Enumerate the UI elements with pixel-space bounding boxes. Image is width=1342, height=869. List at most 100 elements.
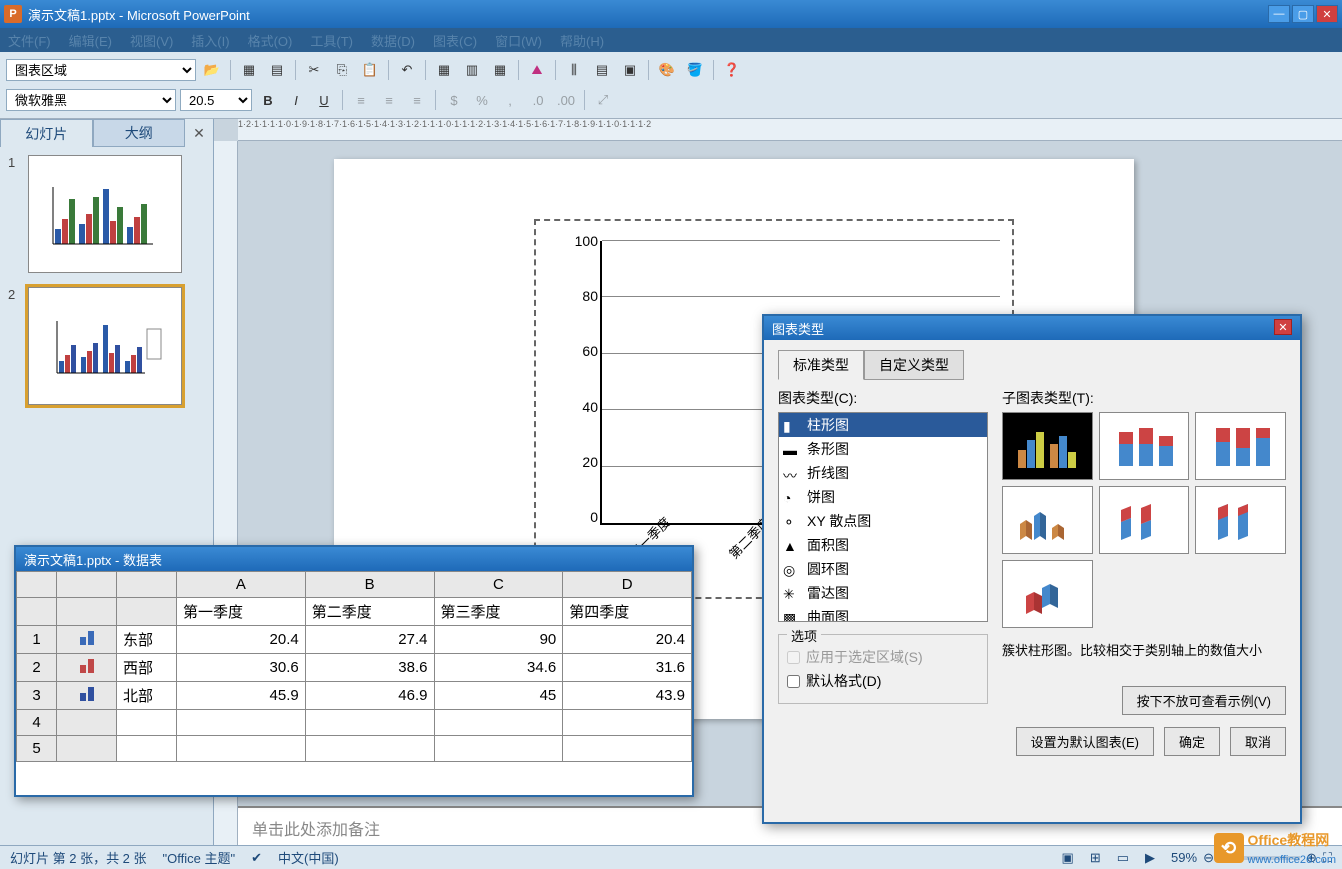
value-axis-icon[interactable]: ▤ xyxy=(590,58,614,82)
toolbar-area: 图表区域 📂 ▦ ▤ ✂ ⎘ 📋 ↶ ▦ ▥ ▦ ⛰ ⫼ ▤ ▣ 🎨 🪣 ❓ 微… xyxy=(0,52,1342,119)
subtype-grid xyxy=(1002,412,1286,628)
datasheet-grid[interactable]: AB CD 第一季度第二季度 第三季度第四季度 1东部20.427.49020.… xyxy=(16,571,692,762)
apply-selection-checkbox xyxy=(787,651,800,664)
sample-button[interactable]: 按下不放可查看示例(V) xyxy=(1122,686,1286,715)
undo-icon[interactable]: ↶ xyxy=(395,58,419,82)
maximize-button[interactable]: ▢ xyxy=(1292,5,1314,23)
zoom-out-button[interactable]: ⊖ xyxy=(1203,850,1214,866)
copy-icon[interactable]: ⎘ xyxy=(330,58,354,82)
watermark: ⟲ Office教程网 www.office26.com xyxy=(1214,830,1336,866)
set-default-button[interactable]: 设置为默认图表(E) xyxy=(1016,727,1154,756)
chart-type-list[interactable]: ▮柱形图▬条形图〰折线图◔饼图⚬XY 散点图▲面积图◎圆环图✳雷达图▩曲面图 xyxy=(778,412,988,622)
close-button[interactable]: ✕ xyxy=(1316,5,1338,23)
slideshow-view-icon[interactable]: ▶ xyxy=(1145,850,1155,866)
data-grid-icon[interactable]: ▤ xyxy=(265,58,289,82)
underline-button[interactable]: U xyxy=(312,88,336,112)
thumbnail-2[interactable]: 2 xyxy=(8,287,205,405)
dialog-close-button[interactable]: ✕ xyxy=(1274,319,1292,335)
align-center-icon[interactable]: ≡ xyxy=(377,88,401,112)
ok-button[interactable]: 确定 xyxy=(1164,727,1220,756)
chart-type-item[interactable]: ▮柱形图 xyxy=(779,413,987,437)
subtype-3d-column[interactable] xyxy=(1002,560,1093,628)
table-icon[interactable]: ▦ xyxy=(488,58,512,82)
menu-insert[interactable]: 插入(I) xyxy=(191,31,229,50)
sorter-view-icon[interactable]: ⊞ xyxy=(1090,850,1101,866)
percent-icon[interactable]: % xyxy=(470,88,494,112)
thumbnail-preview xyxy=(28,155,182,273)
subtype-clustered-column[interactable] xyxy=(1002,412,1093,480)
slide-info: 幻灯片 第 2 张，共 2 张 xyxy=(10,848,147,867)
zoom-level[interactable]: 59% xyxy=(1171,850,1197,865)
menu-edit[interactable]: 编辑(E) xyxy=(69,31,112,50)
menu-help[interactable]: 帮助(H) xyxy=(560,31,604,50)
subtype-100-stacked-column[interactable] xyxy=(1195,412,1286,480)
panel-close-button[interactable]: ✕ xyxy=(185,119,213,147)
drawing-icon[interactable]: 🎨 xyxy=(655,58,679,82)
chart-description: 簇状柱形图。比较相交于类别轴上的数值大小 xyxy=(1002,640,1286,676)
angle-text-icon[interactable]: ⤢ xyxy=(591,88,615,112)
cancel-button[interactable]: 取消 xyxy=(1230,727,1286,756)
legend-icon[interactable]: ▣ xyxy=(618,58,642,82)
tab-custom-types[interactable]: 自定义类型 xyxy=(864,350,964,380)
chart-type-item[interactable]: ▲面积图 xyxy=(779,533,987,557)
increase-decimal-icon[interactable]: .0 xyxy=(526,88,550,112)
reading-view-icon[interactable]: ▭ xyxy=(1117,850,1129,866)
menu-view[interactable]: 视图(V) xyxy=(130,31,173,50)
chart-type-icon[interactable]: ⛰ xyxy=(525,58,549,82)
chart-type-item[interactable]: ▬条形图 xyxy=(779,437,987,461)
currency-icon[interactable]: $ xyxy=(442,88,466,112)
menu-file[interactable]: 文件(F) xyxy=(8,31,51,50)
category-axis-icon[interactable]: ⫼ xyxy=(562,58,586,82)
tab-outline[interactable]: 大纲 xyxy=(93,119,186,147)
menu-tools[interactable]: 工具(T) xyxy=(310,31,353,50)
normal-view-icon[interactable]: ▣ xyxy=(1062,850,1074,866)
by-row-icon[interactable]: ▦ xyxy=(432,58,456,82)
subtype-3d-stacked-column[interactable] xyxy=(1099,486,1190,554)
menu-window[interactable]: 窗口(W) xyxy=(495,31,542,50)
horizontal-ruler: 1·2·1·1·1·1·0·1·9·1·8·1·7·1·6·1·5·1·4·1·… xyxy=(238,119,1342,141)
format-object-icon[interactable]: 📂 xyxy=(200,58,224,82)
help-icon[interactable]: ❓ xyxy=(720,58,744,82)
subtype-stacked-column[interactable] xyxy=(1099,412,1190,480)
fill-color-icon[interactable]: 🪣 xyxy=(683,58,707,82)
subtype-3d-100-stacked-column[interactable] xyxy=(1195,486,1286,554)
by-column-icon[interactable]: ▥ xyxy=(460,58,484,82)
office-logo-icon: ⟲ xyxy=(1214,833,1244,863)
menu-format[interactable]: 格式(O) xyxy=(248,31,293,50)
align-right-icon[interactable]: ≡ xyxy=(405,88,429,112)
datasheet-title: 演示文稿1.pptx - 数据表 xyxy=(16,547,692,571)
tab-standard-types[interactable]: 标准类型 xyxy=(778,350,864,380)
chart-type-item[interactable]: ▩曲面图 xyxy=(779,605,987,622)
chart-type-item[interactable]: 〰折线图 xyxy=(779,461,987,485)
chart-type-dialog: 图表类型 ✕ 标准类型 自定义类型 图表类型(C): ▮柱形图▬条形图〰折线图◔… xyxy=(762,314,1302,824)
subtype-3d-clustered-column[interactable] xyxy=(1002,486,1093,554)
menu-data[interactable]: 数据(D) xyxy=(371,31,415,50)
cut-icon[interactable]: ✂ xyxy=(302,58,326,82)
font-size-combo[interactable]: 20.5 xyxy=(180,89,252,111)
chart-type-item[interactable]: ✳雷达图 xyxy=(779,581,987,605)
decrease-decimal-icon[interactable]: .00 xyxy=(554,88,578,112)
chart-type-item[interactable]: ◔饼图 xyxy=(779,485,987,509)
menu-chart[interactable]: 图表(C) xyxy=(433,31,477,50)
align-left-icon[interactable]: ≡ xyxy=(349,88,373,112)
tab-slides[interactable]: 幻灯片 xyxy=(0,119,93,147)
comma-icon[interactable]: , xyxy=(498,88,522,112)
italic-button[interactable]: I xyxy=(284,88,308,112)
sub-type-label: 子图表类型(T): xyxy=(1002,388,1286,408)
paste-icon[interactable]: 📋 xyxy=(358,58,382,82)
chart-type-item[interactable]: ◎圆环图 xyxy=(779,557,987,581)
thumbnail-1[interactable]: 1 xyxy=(8,155,205,273)
spellcheck-icon[interactable]: ✔ xyxy=(251,850,262,866)
datasheet-window[interactable]: 演示文稿1.pptx - 数据表 AB CD 第一季度第二季度 第三季度第四季度… xyxy=(14,545,694,797)
bold-button[interactable]: B xyxy=(256,88,280,112)
chart-type-label: 图表类型(C): xyxy=(778,388,988,408)
minimize-button[interactable]: — xyxy=(1268,5,1290,23)
language-status[interactable]: 中文(中国) xyxy=(278,848,339,867)
chart-area-combo[interactable]: 图表区域 xyxy=(6,59,196,81)
mini-chart-icon xyxy=(45,311,165,381)
dialog-title: 图表类型 ✕ xyxy=(764,316,1300,340)
data-table-icon[interactable]: ▦ xyxy=(237,58,261,82)
chart-type-item[interactable]: ⚬XY 散点图 xyxy=(779,509,987,533)
default-format-checkbox[interactable] xyxy=(787,675,800,688)
font-combo[interactable]: 微软雅黑 xyxy=(6,89,176,111)
